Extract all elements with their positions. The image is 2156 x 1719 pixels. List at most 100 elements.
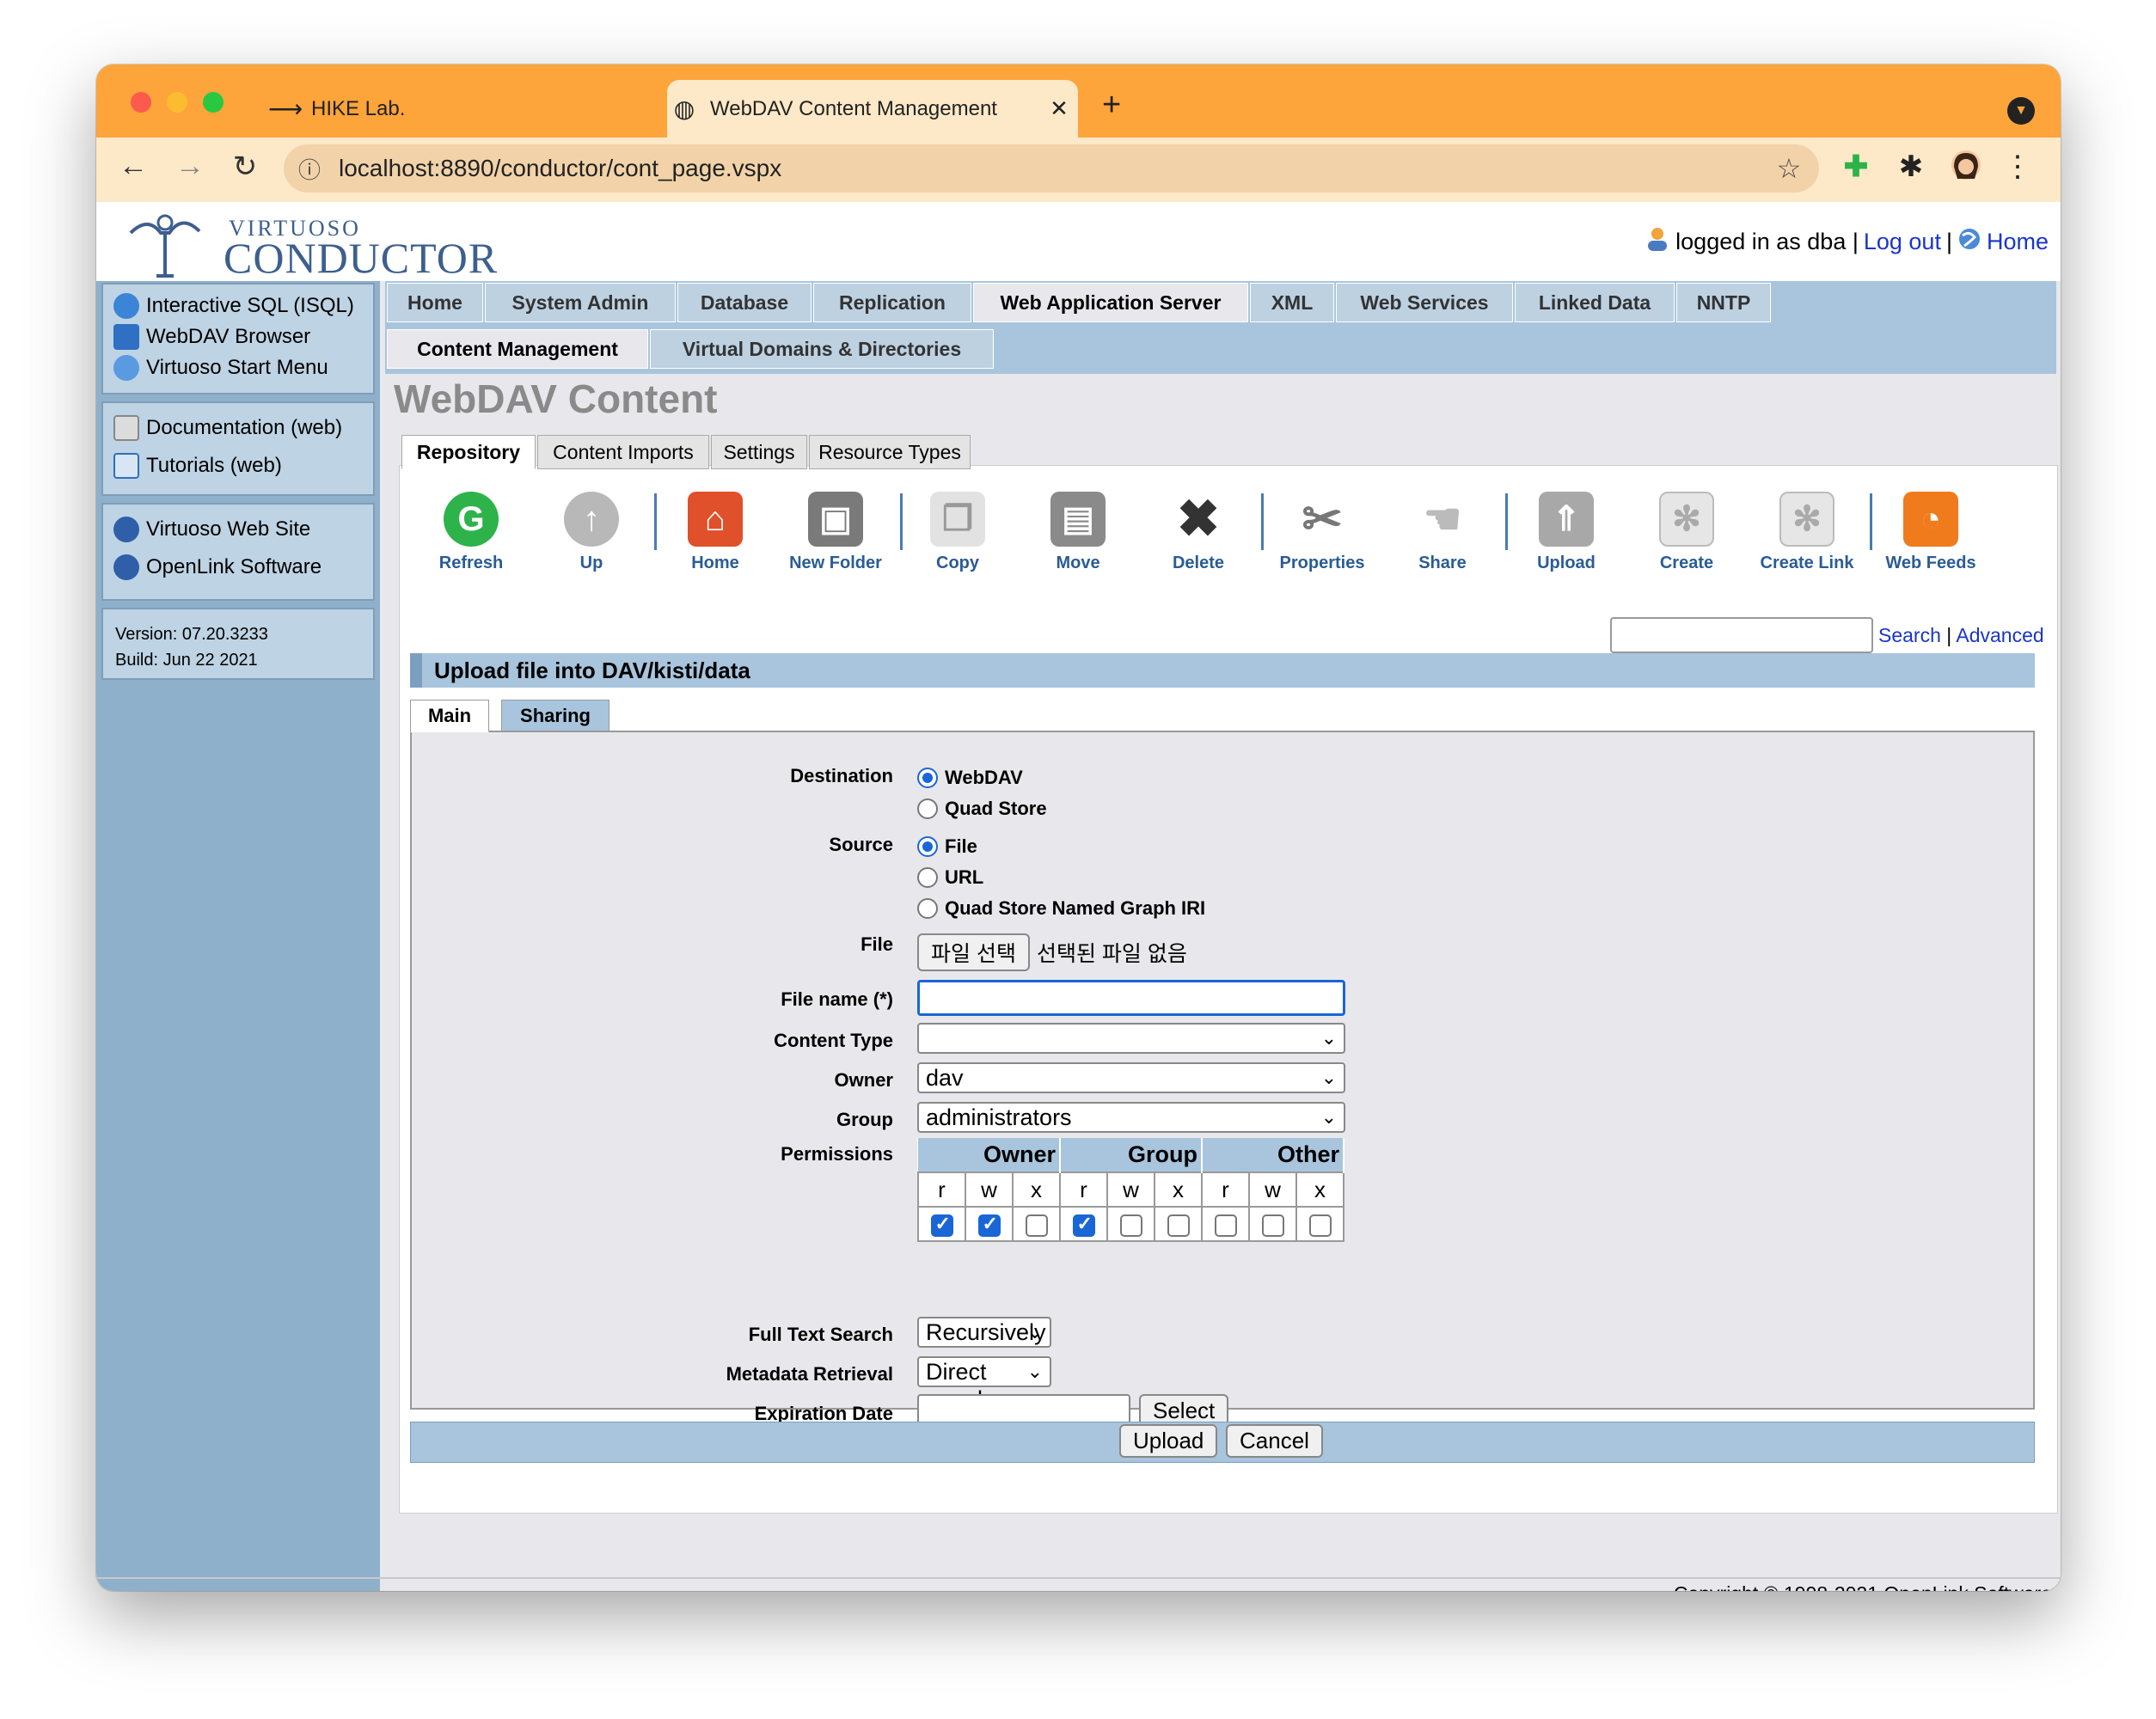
destination-webdav-option[interactable]: WebDAV [917,767,1023,789]
close-window-button[interactable] [131,92,151,113]
destination-quadstore-option[interactable]: Quad Store [917,798,1047,820]
menu-tab-web-application-server[interactable]: Web Application Server [973,283,1248,322]
home-button[interactable]: ⌂ Home [659,492,771,573]
permission-checkbox-r[interactable] [930,1213,953,1237]
maximize-window-button[interactable] [203,92,224,113]
logout-link[interactable]: Log out [1864,229,1941,255]
full-text-search-select[interactable]: Recursively ⌄ [917,1317,1051,1348]
search-links: Search | Advanced [1878,624,2044,647]
menu-tab-system-admin[interactable]: System Admin [485,283,676,322]
cancel-button[interactable]: Cancel [1226,1424,1323,1458]
reload-icon[interactable]: ↻ [225,150,265,184]
url-text[interactable]: localhost:8890/conductor/cont_page.vspx [335,155,1759,182]
subtab-resource-types[interactable]: Resource Types [809,435,971,469]
tab-search-icon[interactable]: ▼ [2007,97,2035,125]
upload-button[interactable]: Upload [1119,1424,1218,1458]
address-bar[interactable]: ⓘ localhost:8890/conductor/cont_page.vsp… [284,144,1819,193]
menu-tab-xml[interactable]: XML [1250,283,1334,322]
sidebar-item-isql[interactable]: Interactive SQL (ISQL) [113,293,354,319]
sidebar-item-documentation[interactable]: Documentation (web) [113,415,342,441]
subtab-settings[interactable]: Settings [711,435,807,469]
create-button[interactable]: ✻ Create [1631,492,1743,573]
delete-button[interactable]: ✖ Delete [1142,490,1254,573]
refresh-button[interactable]: G Refresh [415,492,527,573]
toolbar-label: New Folder [789,554,882,572]
properties-button[interactable]: ✂ Properties [1266,492,1378,573]
minimize-window-button[interactable] [167,92,187,113]
upload-button-toolbar[interactable]: ⇑ Upload [1510,492,1622,573]
menu-tab-web-services[interactable]: Web Services [1336,283,1513,322]
owner-select[interactable]: dav ⌄ [917,1062,1345,1093]
bookmark-star-icon[interactable]: ☆ [1759,152,1819,185]
choose-file-button[interactable]: 파일 선택 [917,933,1030,971]
sidebar-item-start-menu[interactable]: Virtuoso Start Menu [113,355,328,381]
permission-checkbox-w[interactable] [977,1213,1001,1237]
subtab-content-imports[interactable]: Content Imports [537,435,709,469]
advanced-search-link[interactable]: Advanced [1956,624,2043,646]
content-type-select[interactable]: ⌄ [917,1023,1345,1054]
file-name-input[interactable] [917,980,1345,1016]
web-feeds-button[interactable]: ◔ Web Feeds [1875,492,1987,573]
source-file-option[interactable]: File [917,835,977,858]
menu-tab-linked-data[interactable]: Linked Data [1515,283,1675,322]
profile-avatar[interactable] [1945,150,1988,188]
extension-plus-icon[interactable]: ✚ [1834,150,1877,184]
source-graph-option[interactable]: Quad Store Named Graph IRI [917,897,1205,920]
menu-tab-virtual-domains[interactable]: Virtual Domains & Directories [650,329,994,369]
form-tab-sharing[interactable]: Sharing [501,700,609,732]
sidebar-item-webdav-browser[interactable]: WebDAV Browser [113,324,310,350]
sidebar-item-virtuoso-site[interactable]: Virtuoso Web Site [113,517,310,542]
sidebar-item-openlink[interactable]: OpenLink Software [113,554,322,580]
move-icon: ▤ [1050,492,1106,547]
permission-checkbox-r[interactable] [1072,1213,1095,1237]
page-title: WebDAV Content [394,376,718,421]
radio-file[interactable] [917,836,938,857]
form-tab-main[interactable]: Main [410,700,489,732]
radio-webdav[interactable] [917,768,938,788]
permission-checkbox-x[interactable] [1308,1214,1332,1237]
forward-icon[interactable]: → [170,150,210,183]
new-tab-button[interactable]: + [1102,87,1121,124]
search-link[interactable]: Search [1878,624,1941,646]
sidebar-version-box: Version: 07.20.3233 Build: Jun 22 2021 [101,608,375,680]
file-status-text: 선택된 파일 없음 [1036,942,1187,966]
browser-tab-webdav[interactable]: ◍ WebDAV Content Management ✕ [667,80,1078,138]
toolbar-label: Create Link [1760,554,1854,572]
sidebar-item-tutorials[interactable]: Tutorials (web) [113,453,282,479]
menu-tab-replication[interactable]: Replication [813,283,971,322]
radio-quad-store-graph[interactable] [917,898,938,919]
menu-kebab-icon[interactable]: ⋮ [1996,150,2039,184]
permissions-table: Owner Group Other r w x r w x r w x ✓ ✓ … [917,1138,1344,1242]
radio-url[interactable] [917,867,938,888]
permission-checkbox-x[interactable] [1167,1214,1190,1237]
info-icon[interactable]: ⓘ [284,153,335,185]
permission-checkbox-x[interactable] [1025,1214,1048,1237]
permission-checkbox-w[interactable] [1119,1214,1142,1237]
document-icon [113,415,139,441]
up-button[interactable]: ↑ Up [536,492,647,573]
menu-tab-home[interactable]: Home [387,283,483,322]
share-button[interactable]: ☚ Share [1387,492,1498,573]
close-icon[interactable]: ✕ [1040,95,1078,122]
new-folder-button[interactable]: ▣ New Folder [780,492,891,573]
search-input[interactable] [1610,617,1873,653]
new-folder-icon: ▣ [808,492,863,547]
extensions-puzzle-icon[interactable]: ✱ [1890,150,1932,184]
permission-checkbox-r[interactable] [1214,1214,1237,1237]
radio-quad-store[interactable] [917,798,938,819]
menu-tab-nntp[interactable]: NNTP [1676,283,1771,322]
group-select[interactable]: administrators ⌄ [917,1102,1345,1133]
source-url-option[interactable]: URL [917,866,983,889]
move-button[interactable]: ▤ Move [1022,492,1134,573]
menu-tab-content-management[interactable]: Content Management [387,329,648,369]
subtab-repository[interactable]: Repository [401,435,536,469]
create-link-button[interactable]: ✻ Create Link [1751,492,1863,573]
home-link[interactable]: Home [1987,229,2049,255]
back-icon[interactable]: ← [113,150,153,183]
menu-tab-database[interactable]: Database [677,283,812,322]
copy-button[interactable]: ❐ Copy [902,492,1014,573]
metadata-retrieval-select[interactable]: Direct members ⌄ [917,1356,1051,1412]
radio-label: WebDAV [945,767,1023,788]
permission-checkbox-w[interactable] [1261,1214,1284,1237]
toolbar-label: Web Feeds [1885,554,1976,572]
